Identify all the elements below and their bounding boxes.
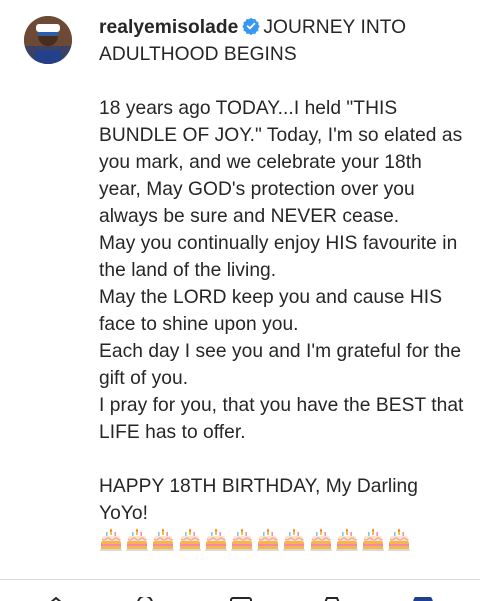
shop-icon[interactable] bbox=[322, 597, 342, 601]
birthday-cake-icon bbox=[151, 528, 177, 552]
avatar[interactable] bbox=[24, 16, 72, 64]
post-caption-block: realyemisolade JOURNEY INTO ADULTHOOD BEG… bbox=[0, 0, 480, 579]
caption-paragraph: Each day I see you and I'm grateful for … bbox=[99, 341, 462, 389]
bottom-navigation-bar bbox=[0, 579, 480, 601]
search-icon[interactable] bbox=[136, 597, 154, 601]
birthday-cake-icon bbox=[230, 528, 256, 552]
home-icon[interactable] bbox=[48, 597, 64, 601]
birthday-cake-icon bbox=[335, 528, 361, 552]
caption-birthday-line: HAPPY 18TH BIRTHDAY, My Darling YoYo! bbox=[99, 476, 418, 524]
birthday-cake-icon bbox=[99, 528, 125, 552]
caption-paragraph: I pray for you, that you have the BEST t… bbox=[99, 395, 464, 443]
caption-paragraph: May you continually enjoy HIS favourite … bbox=[99, 233, 458, 281]
birthday-cake-icon bbox=[361, 528, 387, 552]
reels-icon[interactable] bbox=[230, 597, 252, 601]
birthday-cake-icon bbox=[178, 528, 204, 552]
birthday-cake-icon bbox=[256, 528, 282, 552]
profile-icon[interactable] bbox=[412, 597, 434, 601]
verified-badge-icon bbox=[242, 16, 261, 36]
emoji-row bbox=[99, 528, 469, 552]
username-link[interactable]: realyemisolade bbox=[99, 17, 238, 38]
birthday-cake-icon bbox=[204, 528, 230, 552]
birthday-cake-icon bbox=[282, 528, 308, 552]
caption-paragraph: May the LORD keep you and cause HIS face… bbox=[99, 287, 443, 335]
birthday-cake-icon bbox=[309, 528, 335, 552]
caption-paragraph: 18 years ago TODAY...I held "THIS BUNDLE… bbox=[99, 98, 463, 227]
birthday-cake-icon bbox=[125, 528, 151, 552]
birthday-cake-icon bbox=[387, 528, 413, 552]
caption-text: realyemisolade JOURNEY INTO ADULTHOOD BEG… bbox=[99, 14, 469, 552]
